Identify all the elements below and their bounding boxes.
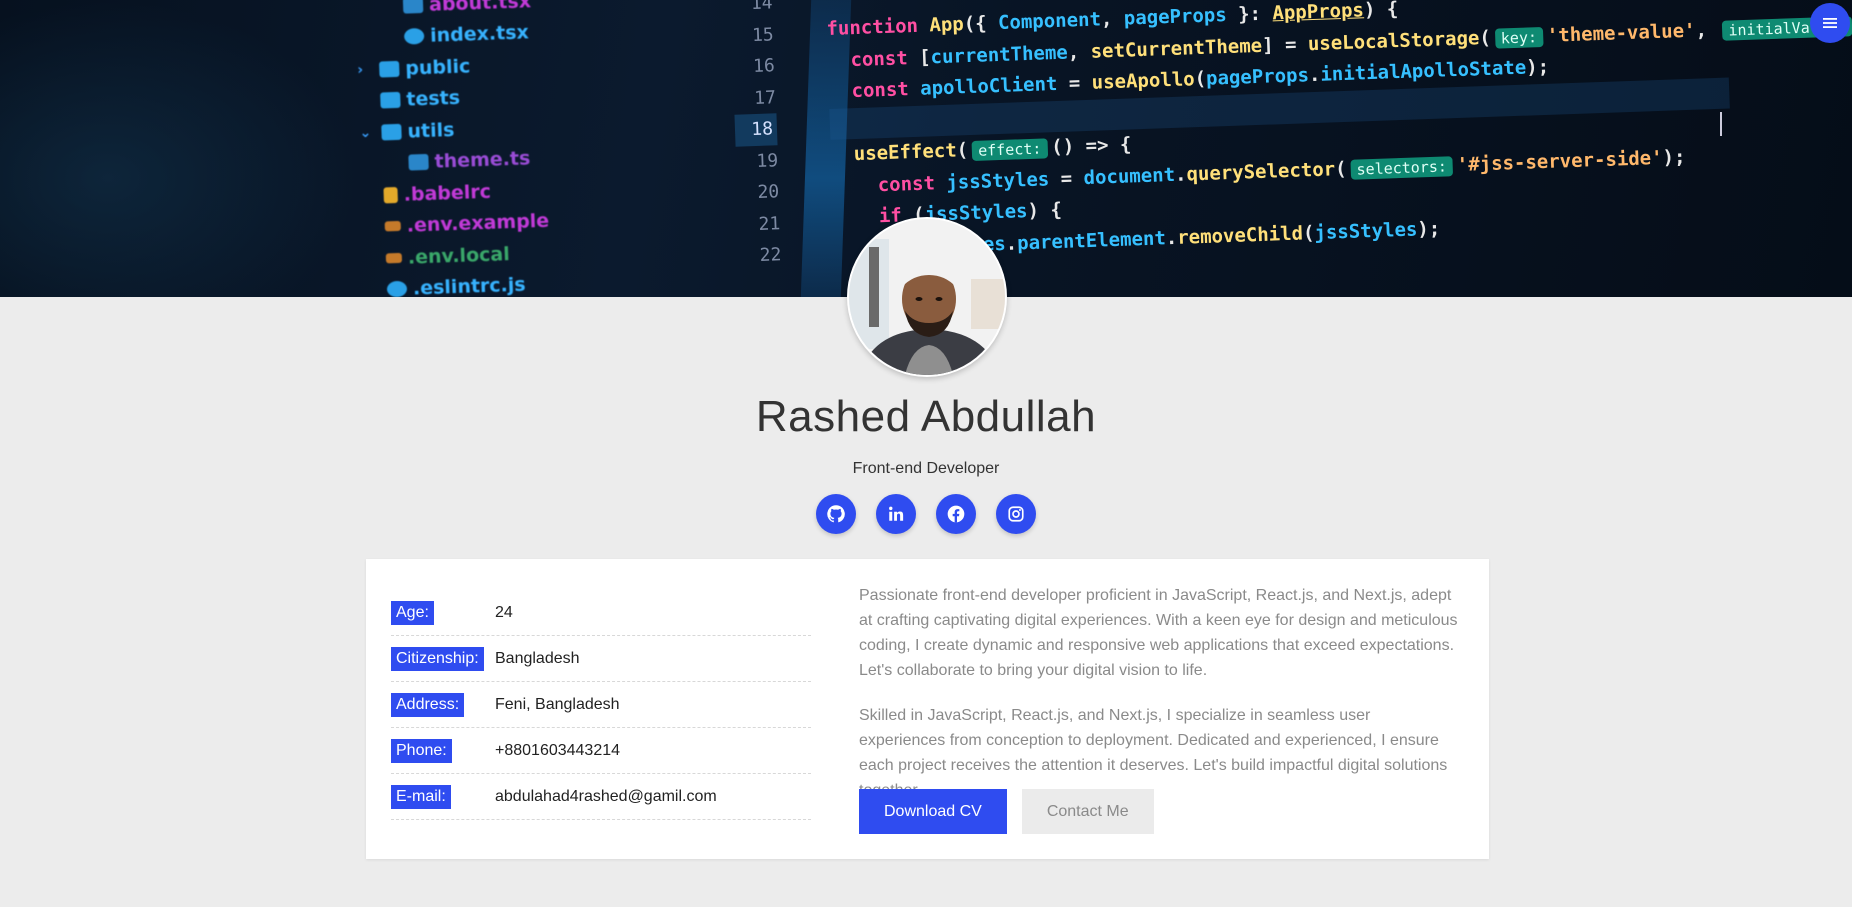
personal-info: Age: 24 Citizenship: Bangladesh Address:… [391,590,811,820]
file-env-local: .env.local [407,242,511,269]
social-links [0,494,1852,534]
phone-value: +8801603443214 [495,741,621,759]
facebook-icon [947,505,965,523]
email-label: E-mail: [391,784,451,809]
file-babelrc: .babelrc [403,180,492,206]
editor-code: function App({ Component, pageProps }: A… [826,0,1852,266]
line-number: 21 [758,212,781,235]
address-value: Feni, Bangladesh [495,695,620,713]
file-env-example: .env.example [406,209,550,237]
about-paragraph-2: Skilled in JavaScript, React.js, and Nex… [859,707,1448,799]
about-paragraph-1: Passionate front-end developer proficien… [859,587,1458,679]
age-value: 24 [495,603,513,621]
profile-photo [849,219,1005,375]
linkedin-link[interactable] [876,494,916,534]
line-number: 22 [759,244,782,266]
line-number: 19 [756,149,779,172]
age-label: Age: [391,600,434,625]
phone-label: Phone: [391,738,452,763]
about-section: Passionate front-end developer proficien… [859,583,1459,803]
file-index: index.tsx [429,21,530,47]
folder-tests: tests [405,86,461,111]
instagram-icon [1008,506,1024,522]
file-about: about.tsx [428,0,532,16]
action-buttons: Download CV Contact Me [859,789,1154,834]
address-label: Address: [391,692,465,717]
folder-public: public [404,55,471,80]
folder-utils: utils [407,118,455,143]
github-icon [827,505,845,523]
line-number: 15 [751,23,775,46]
editor-line-numbers: 14 15 16 17 18 19 20 21 22 [730,0,782,272]
profile-name: Rashed Abdullah [755,392,1097,441]
line-number: 17 [753,86,777,109]
info-row-email: E-mail: abdulahad4rashed@gamil.com [391,774,811,820]
text-cursor [1720,112,1722,136]
info-row-age: Age: 24 [391,590,811,636]
linkedin-icon [889,506,904,521]
citizenship-value: Bangladesh [495,649,580,667]
file-theme: theme.ts [434,147,531,173]
file-eslintrc: .eslintrc.js [412,273,527,297]
info-row-phone: Phone: +8801603443214 [391,728,811,774]
facebook-link[interactable] [936,494,976,534]
line-number: 16 [752,55,776,78]
download-cv-button[interactable]: Download CV [859,789,1007,834]
hero-file-tree: about.tsx index.tsx › public tests ⌄ utils… [355,0,552,297]
profile-card: Age: 24 Citizenship: Bangladesh Address:… [366,559,1489,859]
info-row-address: Address: Feni, Bangladesh [391,682,811,728]
instagram-link[interactable] [996,494,1036,534]
info-row-citizenship: Citizenship: Bangladesh [391,636,811,682]
line-number: 14 [750,0,773,15]
line-number-current: 18 [734,113,778,147]
citizenship-label: Citizenship: [391,646,484,671]
hamburger-icon [1823,18,1837,28]
menu-button[interactable] [1810,3,1850,43]
line-number: 20 [757,181,780,203]
profile-role: Front-end Developer [852,460,1000,477]
github-link[interactable] [816,494,856,534]
email-value: abdulahad4rashed@gamil.com [495,787,717,805]
avatar [847,217,1007,377]
contact-me-button[interactable]: Contact Me [1021,789,1154,834]
hero-glow [0,0,360,297]
